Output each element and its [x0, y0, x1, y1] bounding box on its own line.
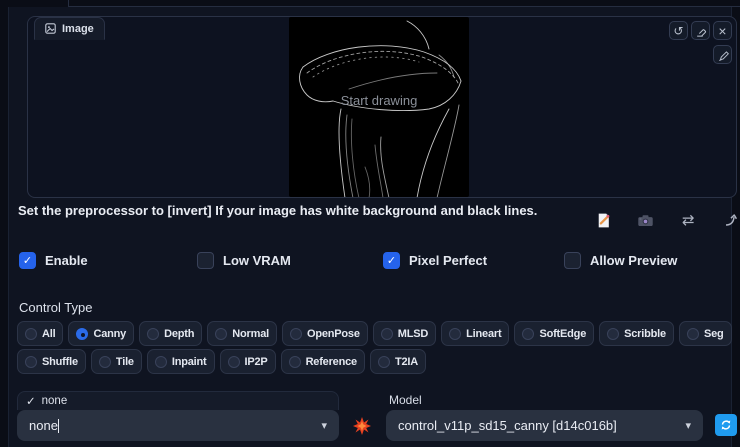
checkbox-enable[interactable]: ✓ Enable [19, 252, 88, 269]
control-type-label: Control Type [19, 300, 93, 315]
control-type-normal[interactable]: Normal [207, 321, 277, 346]
preprocessor-status: ✓ none [17, 391, 339, 410]
control-type-scribble[interactable]: Scribble [599, 321, 674, 346]
preprocessor-status-label: none [41, 395, 68, 407]
control-type-shuffle[interactable]: Shuffle [17, 349, 86, 374]
radio-icon[interactable] [449, 327, 462, 340]
radio-checked-icon[interactable] [76, 327, 89, 340]
pixel-perfect-checkbox-box[interactable]: ✓ [383, 252, 400, 269]
canvas-placeholder: Start drawing [340, 93, 418, 108]
refresh-models-button[interactable] [715, 414, 737, 436]
model-value: control_v11p_sd15_canny [d14c016b] [398, 418, 617, 433]
preprocessor-value: none [29, 418, 58, 433]
radio-icon[interactable] [215, 327, 228, 340]
pixel-perfect-label: Pixel Perfect [409, 253, 488, 268]
control-type-seg[interactable]: Seg [678, 321, 732, 346]
drawing-canvas[interactable]: Start drawing [289, 17, 469, 197]
check-icon: ✓ [386, 255, 397, 267]
run-preprocessor-button[interactable] [352, 416, 372, 436]
radio-icon[interactable] [154, 355, 167, 368]
image-component[interactable]: Image Start drawing ↺ × [27, 16, 737, 198]
control-type-row-2: Shuffle Tile Inpaint IP2P Reference T2IA [17, 349, 427, 374]
image-icon [45, 23, 56, 34]
model-label: Model [389, 393, 422, 407]
new-canvas-icon [598, 213, 609, 227]
radio-icon[interactable] [380, 327, 393, 340]
chevron-down-icon[interactable]: ▾ [321, 419, 327, 432]
control-type-canny[interactable]: Canny [68, 321, 135, 346]
radio-icon[interactable] [686, 327, 699, 340]
send-dimensions-button[interactable] [721, 210, 740, 230]
text-cursor [57, 418, 59, 433]
control-type-all[interactable]: All [17, 321, 64, 346]
radio-icon[interactable] [607, 327, 620, 340]
webcam-button[interactable] [636, 210, 656, 230]
send-dimensions-icon [725, 214, 738, 226]
controlnet-panel: Image Start drawing ↺ × Set the preproce… [0, 0, 740, 447]
control-type-depth[interactable]: Depth [139, 321, 203, 346]
radio-icon[interactable] [25, 355, 37, 368]
control-type-softedge[interactable]: SoftEdge [514, 321, 595, 346]
undo-icon: ↺ [673, 23, 684, 38]
checkbox-low-vram[interactable]: Low VRAM [197, 252, 291, 269]
chevron-down-icon[interactable]: ▾ [685, 419, 691, 432]
allow-preview-label: Allow Preview [590, 253, 678, 268]
control-type-inpaint[interactable]: Inpaint [146, 349, 215, 374]
control-type-row-1: All Canny Depth Normal OpenPose MLSD Lin… [17, 321, 732, 346]
note-icon-row: ⇄ [593, 210, 740, 230]
control-type-ip2p[interactable]: IP2P [219, 349, 276, 374]
control-type-lineart[interactable]: Lineart [441, 321, 510, 346]
eraser-icon [696, 28, 706, 37]
low-vram-checkbox-box[interactable] [197, 252, 214, 269]
enable-label: Enable [45, 253, 88, 268]
radio-icon[interactable] [227, 355, 240, 368]
refresh-icon [721, 420, 731, 430]
checkbox-allow-preview[interactable]: Allow Preview [564, 252, 677, 269]
edit-brush-button[interactable] [713, 45, 732, 64]
enable-checkbox-box[interactable]: ✓ [19, 252, 36, 269]
radio-icon[interactable] [377, 355, 390, 368]
radio-icon[interactable] [147, 327, 160, 340]
radio-icon[interactable] [25, 327, 37, 340]
explosion-icon [353, 417, 371, 435]
mirror-webcam-icon: ⇄ [682, 212, 695, 229]
tab-image-label: Image [62, 22, 94, 35]
new-canvas-button[interactable] [593, 210, 613, 230]
low-vram-label: Low VRAM [223, 253, 291, 268]
model-dropdown[interactable]: control_v11p_sd15_canny [d14c016b] ▾ [386, 410, 703, 441]
radio-icon[interactable] [98, 355, 111, 368]
checkbox-pixel-perfect[interactable]: ✓ Pixel Perfect [383, 252, 487, 269]
control-type-reference[interactable]: Reference [280, 349, 365, 374]
preprocessor-note: Set the preprocessor to [invert] If your… [18, 203, 538, 218]
radio-icon[interactable] [288, 355, 301, 368]
control-type-openpose[interactable]: OpenPose [281, 321, 368, 346]
mirror-webcam-button[interactable]: ⇄ [678, 210, 698, 230]
close-button[interactable]: × [713, 21, 732, 40]
canvas-toolbar: ↺ × [669, 21, 732, 40]
controlnet-unit-panel: Image Start drawing ↺ × Set the preproce… [8, 7, 738, 447]
control-type-tile[interactable]: Tile [90, 349, 142, 374]
radio-icon[interactable] [289, 327, 302, 340]
control-type-t2ia[interactable]: T2IA [369, 349, 427, 374]
control-type-mlsd[interactable]: MLSD [372, 321, 437, 346]
tab-image[interactable]: Image [34, 17, 105, 40]
radio-icon[interactable] [522, 327, 535, 340]
close-icon: × [718, 22, 727, 39]
pen-icon [718, 50, 729, 61]
undo-button[interactable]: ↺ [669, 21, 688, 40]
preprocessor-dropdown[interactable]: none ▾ [17, 410, 339, 441]
webcam-icon [638, 214, 653, 226]
eraser-button[interactable] [691, 21, 710, 40]
check-icon: ✓ [22, 255, 33, 267]
check-icon: ✓ [26, 396, 36, 408]
allow-preview-checkbox-box[interactable] [564, 252, 581, 269]
